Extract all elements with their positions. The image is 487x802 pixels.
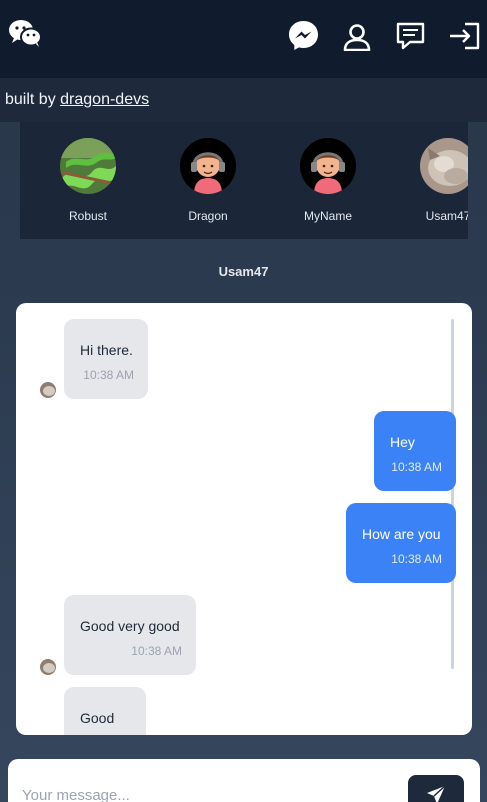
credit-link[interactable]: dragon-devs [60, 91, 149, 108]
send-button[interactable] [408, 775, 464, 802]
message-bubble-incoming: Hi there. 10:38 AM [64, 319, 148, 399]
cat-photo-avatar [420, 138, 468, 194]
user-item-robust[interactable]: Robust [48, 138, 128, 223]
sender-avatar [40, 382, 56, 398]
cartoon-headphones-avatar [180, 138, 236, 194]
message-text: Hey [390, 434, 415, 450]
message-time: 10:38 AM [83, 368, 134, 382]
user-item-usam47[interactable]: Usam47 [408, 138, 468, 223]
top-nav-bar [0, 0, 487, 78]
message-bubble-incoming: Good very good 10:38 AM [64, 595, 196, 675]
cartoon-headphones-avatar [300, 138, 356, 194]
message-bubble-incoming: Good [64, 687, 146, 735]
message-text: Hi there. [80, 342, 133, 358]
user-icon[interactable] [343, 23, 371, 51]
user-item-myname[interactable]: MyName [288, 138, 368, 223]
message-composer [8, 759, 480, 802]
message-time: 10:38 AM [391, 460, 442, 474]
message-text: Good very good [80, 618, 180, 634]
chat-scrollbar[interactable] [451, 319, 454, 669]
chat-title: Usam47 [218, 264, 269, 279]
user-name: Usam47 [425, 209, 468, 223]
user-list: Robust Dragon MyName Usam47 [20, 122, 468, 239]
user-item-dragon[interactable]: Dragon [168, 138, 248, 223]
message-bubble-outgoing: How are you 10:38 AM [346, 503, 456, 583]
sender-avatar [40, 659, 56, 675]
wechat-icon[interactable] [8, 18, 42, 48]
user-name: MyName [303, 209, 352, 223]
message-time: 10:38 AM [131, 644, 182, 658]
login-icon[interactable] [448, 22, 481, 50]
chat-box-icon[interactable] [396, 22, 425, 50]
message-input[interactable] [22, 783, 402, 802]
credit-text: built by dragon-devs [5, 91, 149, 109]
message-text: How are you [362, 526, 441, 542]
message-bubble-outgoing: Hey 10:38 AM [374, 411, 456, 491]
chat-panel: Hi there. 10:38 AM Hey 10:38 AM How are … [16, 303, 472, 735]
message-text: Good [80, 710, 115, 726]
send-icon [426, 785, 446, 802]
message-time: 10:38 AM [391, 552, 442, 566]
messenger-icon[interactable] [288, 20, 319, 51]
user-name: Robust [68, 209, 108, 223]
user-name: Dragon [188, 209, 228, 223]
credit-prefix: built by [5, 91, 56, 108]
snake-photo-avatar [60, 138, 116, 194]
